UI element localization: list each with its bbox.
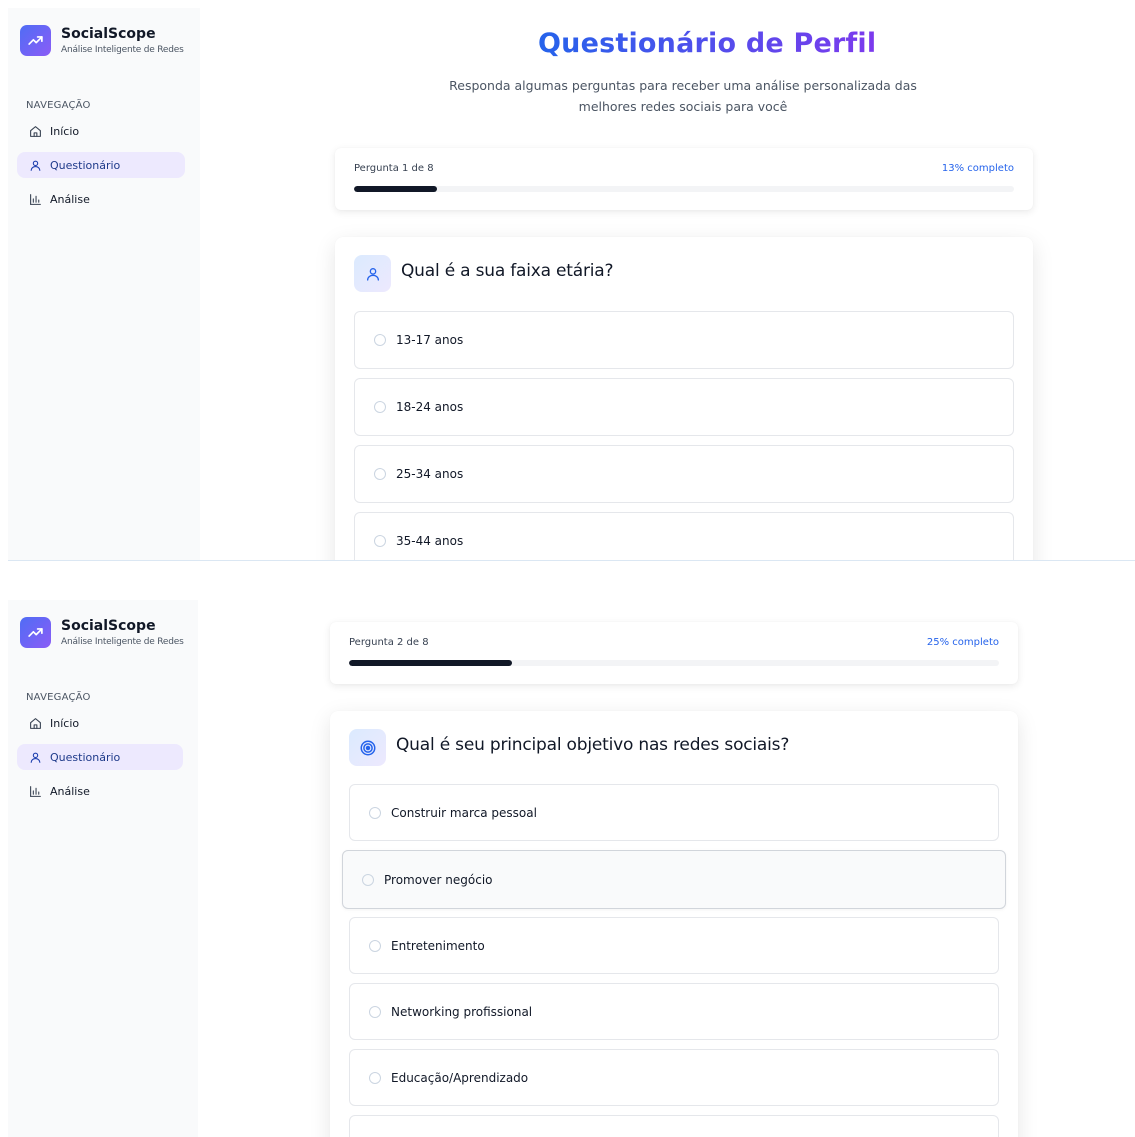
progress-fill — [354, 186, 437, 192]
option-label: Networking profissional — [391, 1004, 533, 1019]
brand[interactable]: SocialScope Análise Inteligente de Redes — [20, 25, 184, 56]
option-networking[interactable]: Networking profissional — [349, 983, 999, 1040]
radio-button[interactable] — [374, 535, 386, 547]
radio-button[interactable] — [374, 334, 386, 346]
radio-button[interactable] — [369, 939, 381, 952]
sidebar-item-questionario[interactable]: Questionário — [17, 744, 183, 770]
question-title: Qual é seu principal objetivo nas redes … — [396, 735, 790, 755]
sidebar: SocialScope Análise Inteligente de Redes… — [8, 8, 200, 560]
sidebar-item-label: Início — [50, 716, 80, 730]
screen-question-1: SocialScope Análise Inteligente de Redes… — [8, 8, 1135, 560]
sidebar-item-inicio[interactable]: Início — [17, 710, 183, 736]
sidebar-item-label: Questionário — [50, 158, 121, 172]
progress-label: Pergunta 2 de 8 — [349, 637, 429, 648]
user-icon — [28, 158, 42, 172]
sidebar: SocialScope Análise Inteligente de Redes… — [8, 600, 198, 1137]
page-subtitle: Responda algumas perguntas para receber … — [449, 78, 917, 114]
home-icon — [28, 716, 42, 730]
sidebar-item-inicio[interactable]: Início — [17, 118, 185, 144]
progress-card: Pergunta 2 de 8 25% completo — [330, 622, 1018, 684]
brand-subtitle: Análise Inteligente de Redes — [61, 636, 184, 647]
sidebar-item-analise[interactable]: Análise — [17, 186, 185, 212]
question-title: Qual é a sua faixa etária? — [401, 261, 614, 281]
brand[interactable]: SocialScope Análise Inteligente de Redes — [20, 617, 184, 648]
radio-button[interactable] — [374, 468, 386, 480]
home-icon — [28, 124, 42, 138]
option-35-44[interactable]: 35-44 anos — [354, 512, 1014, 560]
radio-button[interactable] — [369, 1071, 381, 1084]
progress-bar — [349, 660, 999, 666]
option-label: Construir marca pessoal — [391, 805, 537, 820]
progress-fill — [349, 660, 512, 666]
option-18-24[interactable]: 18-24 anos — [354, 378, 1014, 436]
question-card: Qual é a sua faixa etária? 13-17 anos 18… — [335, 237, 1033, 560]
sidebar-item-label: Análise — [50, 192, 90, 206]
radio-button[interactable] — [362, 873, 374, 886]
option-label: 25-34 anos — [396, 467, 464, 481]
radio-button[interactable] — [369, 806, 381, 819]
target-icon — [349, 729, 386, 766]
progress-percent: 13% completo — [941, 163, 1014, 174]
sidebar-item-label: Início — [50, 124, 80, 138]
option-entretenimento[interactable]: Entretenimento — [349, 917, 999, 974]
option-promover-negocio[interactable]: Promover negócio — [342, 850, 1006, 909]
trending-up-icon — [20, 617, 51, 648]
trending-up-icon — [20, 25, 51, 56]
option-marca-pessoal[interactable]: Construir marca pessoal — [349, 784, 999, 841]
option-label: Promover negócio — [384, 872, 493, 887]
screenshot-divider — [8, 560, 1135, 561]
option-label: 13-17 anos — [396, 333, 464, 347]
sidebar-item-label: Análise — [50, 784, 90, 798]
progress-bar — [354, 186, 1014, 192]
option-label: 18-24 anos — [396, 400, 464, 414]
option-label: Educação/Aprendizado — [391, 1070, 529, 1085]
radio-button[interactable] — [369, 1005, 381, 1018]
nav-section-title: NAVEGAÇÃO — [26, 692, 91, 703]
bar-chart-icon — [28, 192, 42, 206]
question-card: Qual é seu principal objetivo nas redes … — [330, 711, 1018, 1137]
radio-button[interactable] — [374, 401, 386, 413]
nav-section-title: NAVEGAÇÃO — [26, 100, 91, 111]
option-13-17[interactable]: 13-17 anos — [354, 311, 1014, 369]
sidebar-item-questionario[interactable]: Questionário — [17, 152, 185, 178]
user-icon — [354, 255, 391, 292]
user-icon — [28, 750, 42, 764]
progress-label: Pergunta 1 de 8 — [354, 163, 434, 174]
sidebar-item-analise[interactable]: Análise — [17, 778, 183, 804]
bar-chart-icon — [28, 784, 42, 798]
progress-card: Pergunta 1 de 8 13% completo — [335, 148, 1033, 210]
brand-name: SocialScope — [61, 25, 156, 42]
option-label: 35-44 anos — [396, 534, 464, 548]
option-educacao[interactable]: Educação/Aprendizado — [349, 1049, 999, 1106]
brand-subtitle: Análise Inteligente de Redes — [61, 44, 184, 55]
sidebar-item-label: Questionário — [50, 750, 121, 764]
progress-percent: 25% completo — [926, 637, 999, 648]
page-title: Questionário de Perfil — [538, 28, 877, 59]
option-cut-off[interactable] — [349, 1115, 999, 1137]
brand-name: SocialScope — [61, 617, 156, 634]
option-label: Entretenimento — [391, 938, 485, 953]
screen-question-2: SocialScope Análise Inteligente de Redes… — [8, 600, 1135, 1137]
option-25-34[interactable]: 25-34 anos — [354, 445, 1014, 503]
